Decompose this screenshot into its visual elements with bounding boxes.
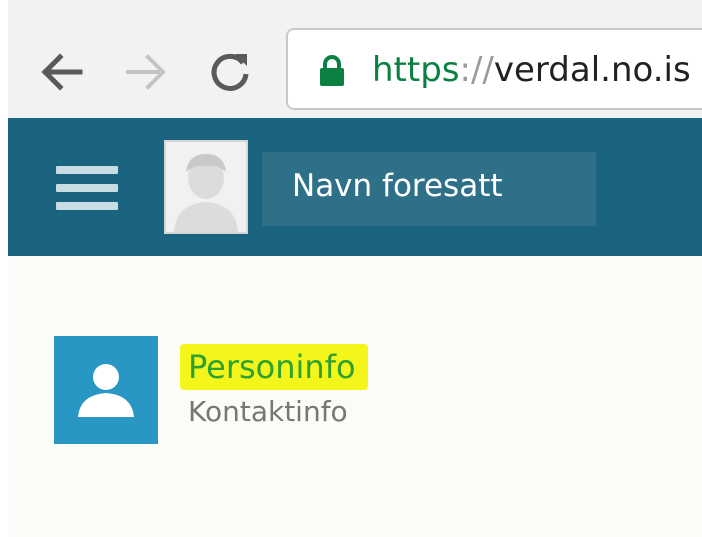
user-name-box[interactable]: Navn foresatt [262, 152, 596, 226]
avatar-silhouette [166, 142, 246, 232]
main-content: Personinfo Kontaktinfo [8, 256, 702, 537]
url-host: verdal.no.is [493, 50, 691, 90]
personinfo-tile[interactable] [54, 336, 158, 444]
arrow-left-icon [41, 53, 83, 91]
kontaktinfo-subtitle: Kontaktinfo [188, 395, 348, 428]
forward-button[interactable] [122, 48, 170, 96]
url-scheme: https [372, 50, 460, 90]
hamburger-menu-icon[interactable] [56, 166, 118, 210]
browser-window: https://verdal.no.is Navn foresatt Perso… [8, 0, 702, 537]
person-icon [78, 364, 134, 417]
back-button[interactable] [38, 48, 86, 96]
app-header: Navn foresatt [8, 118, 702, 256]
personinfo-link[interactable]: Personinfo [180, 344, 368, 390]
browser-toolbar: https://verdal.no.is [8, 0, 702, 118]
reload-button[interactable] [206, 48, 254, 96]
reload-icon [211, 53, 249, 91]
user-avatar-icon[interactable] [164, 140, 248, 234]
lock-icon [320, 55, 344, 86]
address-bar[interactable]: https://verdal.no.is [286, 28, 702, 110]
arrow-right-icon [126, 54, 166, 90]
url-separator: :// [459, 50, 494, 90]
url-text: https://verdal.no.is [372, 48, 691, 92]
user-name: Navn foresatt [292, 168, 503, 204]
